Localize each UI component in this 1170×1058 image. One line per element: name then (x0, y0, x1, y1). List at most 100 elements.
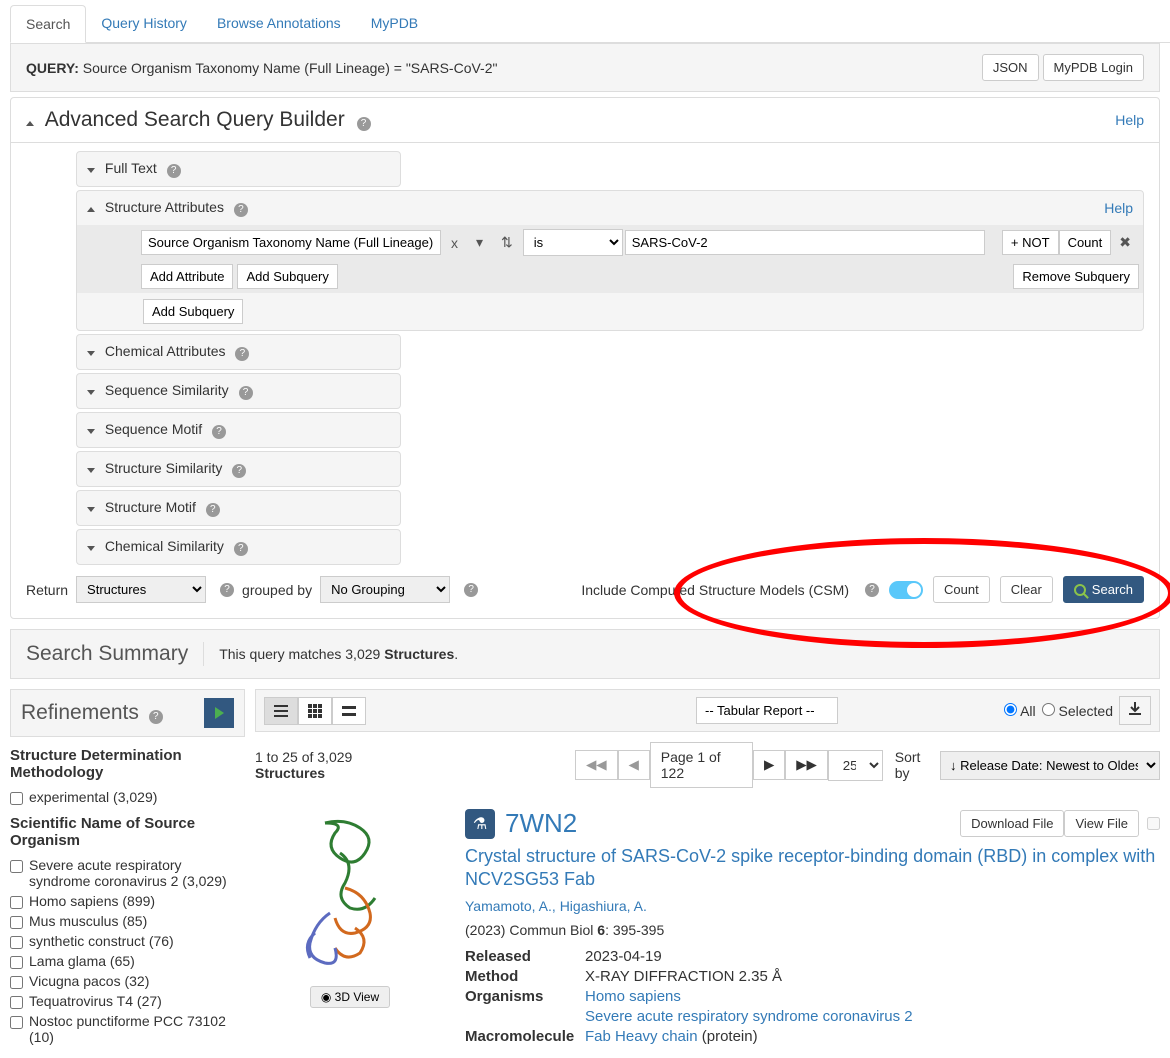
section-sequence-similarity[interactable]: Sequence Similarity ? (76, 373, 401, 409)
help-icon[interactable]: ? (206, 503, 220, 517)
help-icon[interactable]: ? (167, 164, 181, 178)
author-link[interactable]: Yamamoto, A. (465, 898, 552, 914)
refinement-checkbox[interactable] (10, 976, 23, 989)
section-structure-similarity[interactable]: Structure Similarity ? (76, 451, 401, 487)
refinement-checkbox[interactable] (10, 1016, 23, 1029)
refinement-checkbox[interactable] (10, 956, 23, 969)
tab-browse-annotations[interactable]: Browse Annotations (202, 5, 356, 42)
pdb-id-link[interactable]: 7WN2 (505, 808, 577, 839)
not-button[interactable]: + NOT (1002, 230, 1059, 255)
download-button[interactable] (1119, 696, 1151, 725)
refinement-checkbox[interactable] (10, 996, 23, 1009)
refinement-item[interactable]: Severe acute respiratory syndrome corona… (10, 857, 245, 889)
refinement-item[interactable]: Lama glama (65) (10, 953, 245, 969)
tabular-report-select[interactable]: -- Tabular Report -- (696, 697, 838, 724)
query-bar: QUERY: Source Organism Taxonomy Name (Fu… (10, 43, 1160, 92)
add-subquery-button[interactable]: Add Subquery (237, 264, 337, 289)
help-icon[interactable]: ? (232, 464, 246, 478)
list-icon (274, 704, 288, 718)
help-icon[interactable]: ? (357, 117, 371, 131)
remove-subquery-button[interactable]: Remove Subquery (1013, 264, 1139, 289)
section-full-text[interactable]: Full Text ? (76, 151, 401, 187)
results-main: -- Tabular Report -- All Selected 1 to 2… (255, 689, 1160, 1058)
structure-thumbnail[interactable] (275, 808, 425, 978)
add-attribute-button[interactable]: Add Attribute (141, 264, 233, 289)
view-grid-button[interactable] (298, 697, 332, 725)
refinement-checkbox[interactable] (10, 936, 23, 949)
per-page-select[interactable]: 25 (828, 750, 883, 781)
author-link[interactable]: Higashiura, A. (560, 898, 647, 914)
tab-query-history[interactable]: Query History (86, 5, 202, 42)
refinement-item[interactable]: Mus musculus (85) (10, 913, 245, 929)
chevron-down-icon (87, 468, 95, 473)
refinement-item[interactable]: Vicugna pacos (32) (10, 973, 245, 989)
help-icon[interactable]: ? (865, 583, 879, 597)
help-icon[interactable]: ? (212, 425, 226, 439)
last-page-button[interactable]: ▶▶ (785, 750, 828, 780)
return-select[interactable]: Structures (76, 576, 206, 603)
grouping-select[interactable]: No Grouping (320, 576, 450, 603)
view-list-button[interactable] (264, 697, 298, 725)
view-compact-button[interactable] (332, 697, 366, 725)
refinement-item[interactable]: synthetic construct (76) (10, 933, 245, 949)
csm-toggle[interactable] (889, 581, 923, 599)
tab-mypdb[interactable]: MyPDB (356, 5, 433, 42)
refinement-checkbox[interactable] (10, 896, 23, 909)
select-item-checkbox[interactable] (1147, 817, 1160, 830)
download-file-button[interactable]: Download File (960, 810, 1064, 837)
organism-link[interactable]: Homo sapiens (585, 988, 681, 1005)
collapse-icon[interactable] (26, 121, 34, 126)
clear-button[interactable]: Clear (1000, 576, 1053, 603)
item-title[interactable]: Crystal structure of SARS-CoV-2 spike re… (465, 845, 1160, 892)
help-icon[interactable]: ? (239, 386, 253, 400)
first-page-button[interactable]: ◀◀ (575, 750, 618, 780)
clear-attr-icon[interactable]: x (443, 231, 466, 255)
caret-down-icon[interactable]: ▾ (468, 230, 491, 255)
section-chemical-attributes[interactable]: Chemical Attributes ? (76, 334, 401, 370)
help-icon[interactable]: ? (234, 542, 248, 556)
radio-selected[interactable]: Selected (1042, 703, 1113, 719)
count-button[interactable]: Count (1059, 230, 1112, 255)
attribute-value-input[interactable] (625, 230, 985, 255)
organism-link[interactable]: Severe acute respiratory syndrome corona… (585, 1008, 913, 1025)
section-sequence-motif[interactable]: Sequence Motif ? (76, 412, 401, 448)
macromolecule-link[interactable]: Fab Heavy chain (585, 1028, 698, 1045)
chevron-down-icon (87, 390, 95, 395)
count-button[interactable]: Count (933, 576, 990, 603)
refinement-checkbox[interactable] (10, 792, 23, 805)
refinement-item[interactable]: experimental (3,029) (10, 789, 245, 805)
view-file-button[interactable]: View File (1064, 810, 1139, 837)
help-icon[interactable]: ? (464, 583, 478, 597)
help-link[interactable]: Help (1104, 200, 1133, 216)
json-button[interactable]: JSON (982, 54, 1039, 81)
tab-search[interactable]: Search (10, 5, 86, 43)
sort-select[interactable]: ↓ Release Date: Newest to Oldest (940, 751, 1160, 780)
help-icon[interactable]: ? (235, 347, 249, 361)
mypdb-login-button[interactable]: MyPDB Login (1043, 54, 1144, 81)
help-icon[interactable]: ? (220, 583, 234, 597)
chevron-down-icon (87, 507, 95, 512)
refinement-group-methodology: Structure Determination Methodology expe… (10, 747, 245, 805)
radio-all[interactable]: All (1004, 703, 1036, 719)
remove-row-icon[interactable]: ✖ (1111, 230, 1139, 255)
section-chemical-similarity[interactable]: Chemical Similarity ? (76, 529, 401, 565)
section-structure-motif[interactable]: Structure Motif ? (76, 490, 401, 526)
view-3d-button[interactable]: ◉ 3D View (310, 986, 390, 1008)
swap-icon[interactable]: ⇅ (493, 230, 521, 255)
help-icon[interactable]: ? (234, 203, 248, 217)
apply-refinements-button[interactable] (204, 698, 234, 728)
attribute-name-input[interactable] (141, 230, 441, 255)
chevron-up-icon[interactable] (87, 207, 95, 212)
refinement-checkbox[interactable] (10, 860, 23, 873)
operator-select[interactable]: is (523, 229, 623, 256)
prev-page-button[interactable]: ◀ (618, 750, 650, 780)
refinement-item[interactable]: Tequatrovirus T4 (27) (10, 993, 245, 1009)
search-button[interactable]: Search (1063, 576, 1144, 603)
help-icon[interactable]: ? (149, 710, 163, 724)
refinement-checkbox[interactable] (10, 916, 23, 929)
refinement-item[interactable]: Nostoc punctiforme PCC 73102 (10) (10, 1013, 245, 1045)
help-link[interactable]: Help (1115, 112, 1144, 128)
add-subquery-outer-button[interactable]: Add Subquery (143, 299, 243, 324)
next-page-button[interactable]: ▶ (753, 750, 785, 780)
refinement-item[interactable]: Homo sapiens (899) (10, 893, 245, 909)
